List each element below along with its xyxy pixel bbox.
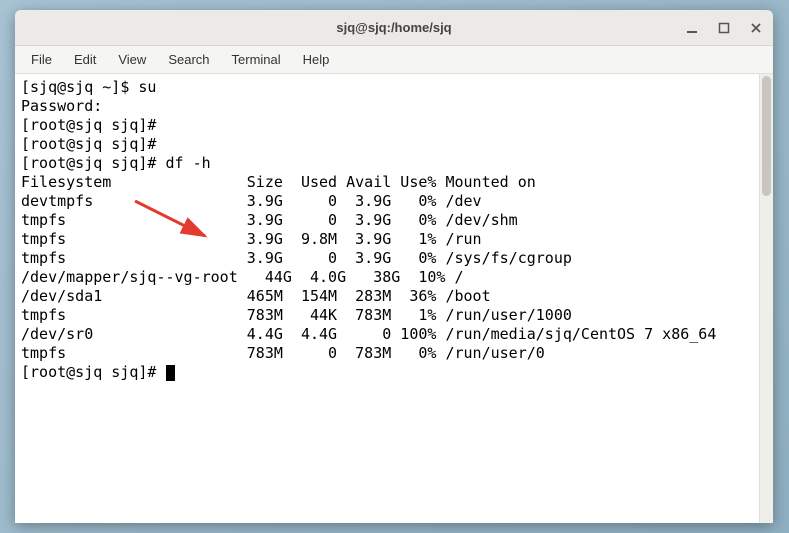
df-row: /dev/mapper/sjq--vg-root 44G 4.0G 38G 10… — [21, 268, 464, 286]
term-line: [root@sjq sjq]# — [21, 116, 156, 134]
df-row: tmpfs 3.9G 9.8M 3.9G 1% /run — [21, 230, 482, 248]
menu-view[interactable]: View — [108, 49, 156, 70]
terminal-window: sjq@sjq:/home/sjq File Edit View Search … — [15, 10, 773, 523]
term-line: [root@sjq sjq]# df -h — [21, 154, 211, 172]
cursor — [166, 365, 175, 381]
term-line: [root@sjq sjq]# — [21, 135, 156, 153]
menu-file[interactable]: File — [21, 49, 62, 70]
titlebar: sjq@sjq:/home/sjq — [15, 10, 773, 46]
minimize-button[interactable] — [683, 19, 701, 37]
scrollbar[interactable] — [759, 74, 773, 523]
menubar: File Edit View Search Terminal Help — [15, 46, 773, 74]
df-row: /dev/sr0 4.4G 4.4G 0 100% /run/media/sjq… — [21, 325, 716, 343]
window-controls — [683, 10, 765, 45]
df-row: tmpfs 3.9G 0 3.9G 0% /dev/shm — [21, 211, 518, 229]
menu-edit[interactable]: Edit — [64, 49, 106, 70]
maximize-button[interactable] — [715, 19, 733, 37]
df-row: /dev/sda1 465M 154M 283M 36% /boot — [21, 287, 491, 305]
terminal-area: [sjq@sjq ~]$ su Password: [root@sjq sjq]… — [15, 74, 773, 523]
terminal-content[interactable]: [sjq@sjq ~]$ su Password: [root@sjq sjq]… — [15, 74, 759, 523]
df-header: Filesystem Size Used Avail Use% Mounted … — [21, 173, 536, 191]
menu-search[interactable]: Search — [158, 49, 219, 70]
df-row: tmpfs 3.9G 0 3.9G 0% /sys/fs/cgroup — [21, 249, 572, 267]
prompt: [root@sjq sjq]# — [21, 363, 166, 381]
term-line: [sjq@sjq ~]$ su — [21, 78, 156, 96]
window-title: sjq@sjq:/home/sjq — [336, 20, 451, 35]
df-row: tmpfs 783M 0 783M 0% /run/user/0 — [21, 344, 545, 362]
close-button[interactable] — [747, 19, 765, 37]
scrollbar-thumb[interactable] — [762, 76, 771, 196]
menu-terminal[interactable]: Terminal — [222, 49, 291, 70]
df-row: tmpfs 783M 44K 783M 1% /run/user/1000 — [21, 306, 572, 324]
term-line: Password: — [21, 97, 102, 115]
menu-help[interactable]: Help — [293, 49, 340, 70]
df-row: devtmpfs 3.9G 0 3.9G 0% /dev — [21, 192, 482, 210]
